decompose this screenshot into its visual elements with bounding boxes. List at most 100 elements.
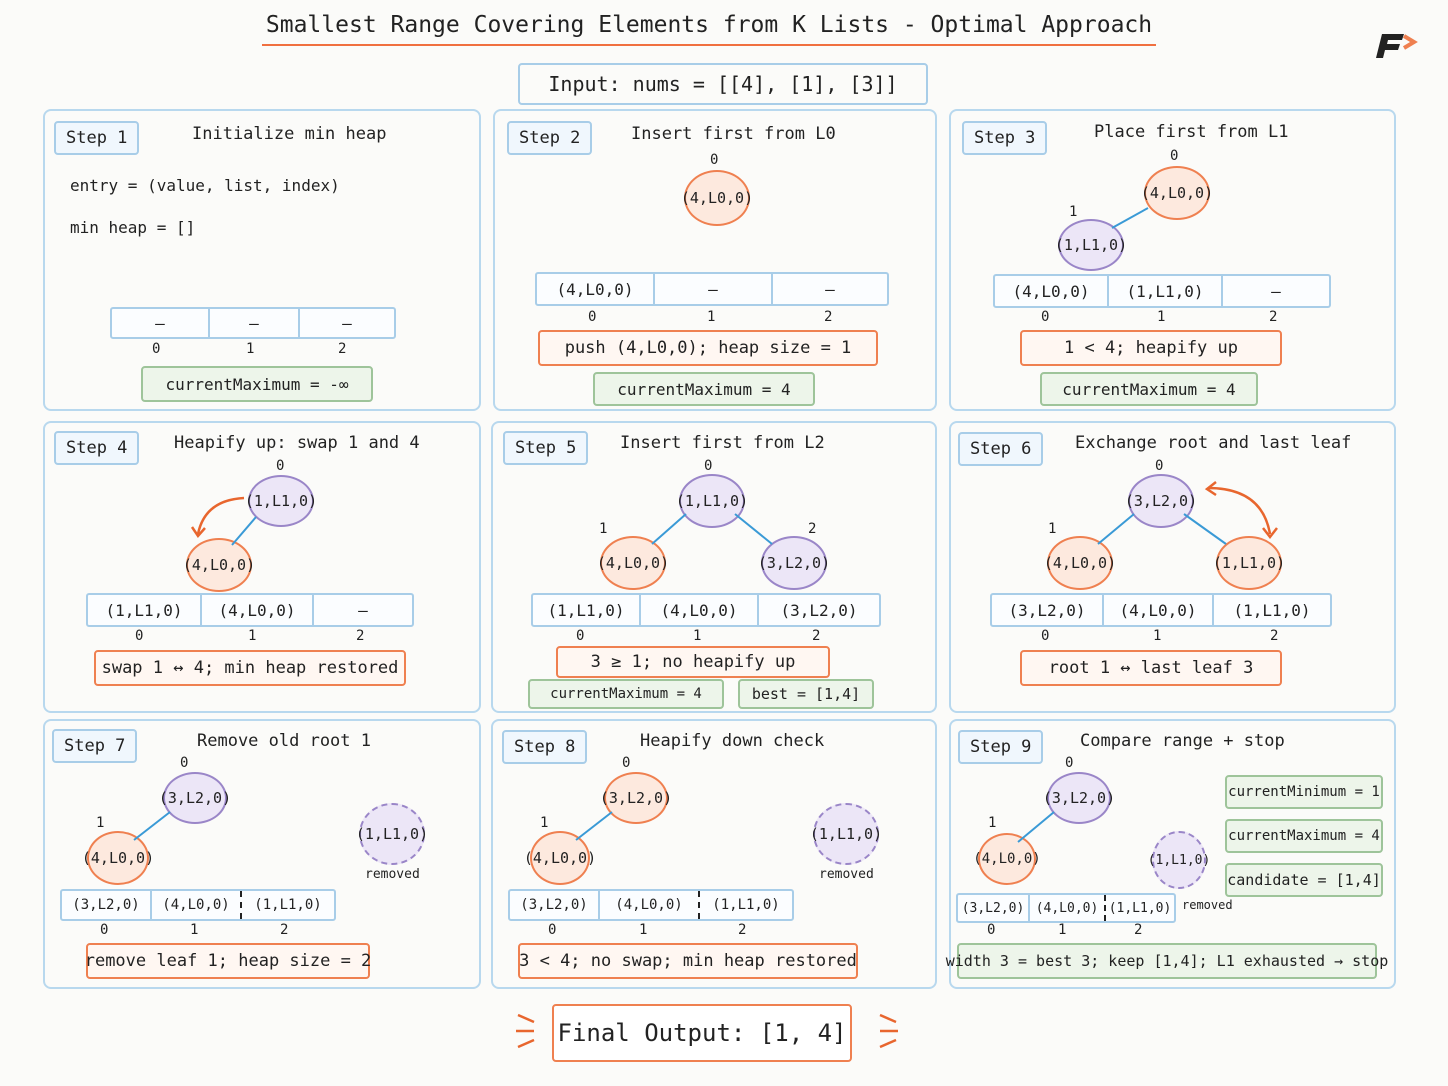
array-cell: (1,L1,0) [1108, 900, 1172, 916]
array-index: 1 [1058, 922, 1067, 938]
step-8-title: Heapify down check [640, 731, 825, 751]
array-cell: (3,L2,0) [958, 895, 1030, 921]
heap-array: (1,L1,0) (4,L0,0) – [86, 593, 414, 627]
step-5-title: Insert first from L2 [620, 433, 825, 453]
node-index: 1 [1069, 204, 1078, 220]
array-index: 2 [824, 309, 833, 325]
step-3-title: Place first from L1 [1094, 122, 1289, 142]
array-cell: (4,L0,0) [600, 891, 700, 919]
removed-label: removed [1182, 898, 1233, 912]
array-index: 2 [1269, 309, 1278, 325]
heap-array: (3,L2,0) (4,L0,0) (1,L1,0) [956, 893, 1176, 923]
step-4-title: Heapify up: swap 1 and 4 [174, 433, 420, 453]
decorative-tick [879, 1038, 897, 1049]
array-cell: (4,L0,0) [995, 276, 1109, 306]
array-cell: (1,L1,0) [712, 897, 780, 913]
operation-note: remove leaf 1; heap size = 2 [85, 943, 371, 979]
current-minimum-badge: currentMinimum = 1 [1225, 775, 1383, 809]
node-index: 0 [704, 458, 713, 474]
array-cell: – [112, 309, 210, 337]
operation-note: 3 ≥ 1; no heapify up [556, 646, 830, 678]
node-index: 2 [808, 521, 817, 537]
array-index: 0 [152, 341, 161, 357]
heap-node: (1,L1,0) [1055, 219, 1127, 271]
heap-node: (1,L1,0) [1213, 536, 1285, 590]
node-index: 0 [180, 755, 189, 771]
heap-node: (4,L0,0) [1141, 166, 1213, 220]
comparison-note: width 3 = best 3; keep [1,4]; L1 exhaust… [946, 943, 1388, 979]
heap-array: (3,L2,0) (4,L0,0) (1,L1,0) [508, 889, 794, 921]
heap-array: (1,L1,0) (4,L0,0) (3,L2,0) [531, 593, 881, 627]
operation-note: swap 1 ↔ 4; min heap restored [94, 650, 406, 686]
removed-label: removed [819, 867, 874, 882]
array-index: 0 [987, 922, 996, 938]
node-index: 0 [276, 458, 285, 474]
heap-array: (3,L2,0) (4,L0,0) (1,L1,0) [60, 889, 336, 921]
array-cell: – [358, 600, 368, 620]
step-6-label: Step 6 [958, 432, 1044, 466]
array-index: 0 [135, 628, 144, 644]
removed-node: (1,L1,0) [810, 803, 882, 865]
array-cell: (1,L1,0) [1109, 276, 1223, 306]
array-cell: – [210, 309, 300, 337]
array-index: 1 [1153, 628, 1162, 644]
array-cell: (3,L2,0) [780, 600, 858, 620]
input-box: Input: nums = [[4], [1], [3]] [518, 63, 928, 105]
array-cell: – [342, 313, 352, 333]
array-index: 2 [280, 922, 289, 938]
array-index: 0 [588, 309, 597, 325]
removed-label: removed [365, 867, 420, 882]
array-index: 1 [246, 341, 255, 357]
decorative-tick [879, 1013, 897, 1024]
heap-node: (4,L0,0) [82, 831, 154, 885]
heap-node: (4,L0,0) [183, 538, 255, 592]
step-1-label: Step 1 [54, 121, 140, 155]
heap-array: – – – [110, 307, 396, 339]
operation-note: 3 < 4; no swap; min heap restored [518, 943, 858, 979]
array-cell: (4,L0,0) [537, 274, 655, 304]
array-index: 2 [1134, 922, 1143, 938]
array-cell: (3,L2,0) [62, 891, 152, 919]
final-output-box: Final Output: [1, 4] [552, 1004, 852, 1062]
node-index: 0 [710, 152, 719, 168]
array-index: 1 [639, 922, 648, 938]
removed-node: (1,L1,0) [1148, 831, 1210, 889]
step-7-title: Remove old root 1 [197, 731, 371, 751]
step-9-label: Step 9 [958, 730, 1044, 764]
heap-node: (3,L2,0) [1043, 772, 1115, 824]
candidate-badge: candidate = [1,4] [1225, 863, 1383, 897]
array-cell: (1,L1,0) [533, 595, 641, 625]
brand-logo [1376, 34, 1418, 58]
array-index: 1 [707, 309, 716, 325]
heap-node: (1,L1,0) [245, 475, 317, 527]
heap-node: (3,L2,0) [758, 536, 830, 590]
node-index: 1 [599, 521, 608, 537]
array-index: 2 [738, 922, 747, 938]
node-index: 1 [540, 815, 549, 831]
step-5-label: Step 5 [503, 431, 589, 465]
heap-array: (4,L0,0) – – [535, 272, 889, 306]
array-index: 1 [693, 628, 702, 644]
heap-node: (4,L0,0) [597, 536, 669, 590]
heap-node: (3,L2,0) [600, 772, 672, 824]
array-cell: (4,L0,0) [1030, 895, 1106, 921]
array-cell: (1,L1,0) [88, 595, 202, 625]
heap-node: (3,L2,0) [159, 772, 231, 824]
array-cell: (4,L0,0) [202, 595, 314, 625]
node-index: 1 [96, 815, 105, 831]
array-index: 0 [548, 922, 557, 938]
array-cell: – [655, 274, 773, 304]
heap-array: (4,L0,0) (1,L1,0) – [993, 274, 1331, 308]
step-1-title: Initialize min heap [192, 124, 387, 144]
step-4-label: Step 4 [54, 431, 140, 465]
node-index: 0 [1170, 148, 1179, 164]
step-3-label: Step 3 [962, 121, 1048, 155]
array-index: 0 [100, 922, 109, 938]
array-cell: (4,L0,0) [641, 595, 759, 625]
array-cell: (3,L2,0) [992, 595, 1104, 625]
array-index: 0 [576, 628, 585, 644]
array-cell: – [1271, 281, 1281, 301]
array-index: 1 [190, 922, 199, 938]
array-cell: (1,L1,0) [1233, 600, 1311, 620]
array-cell: (3,L2,0) [510, 891, 600, 919]
